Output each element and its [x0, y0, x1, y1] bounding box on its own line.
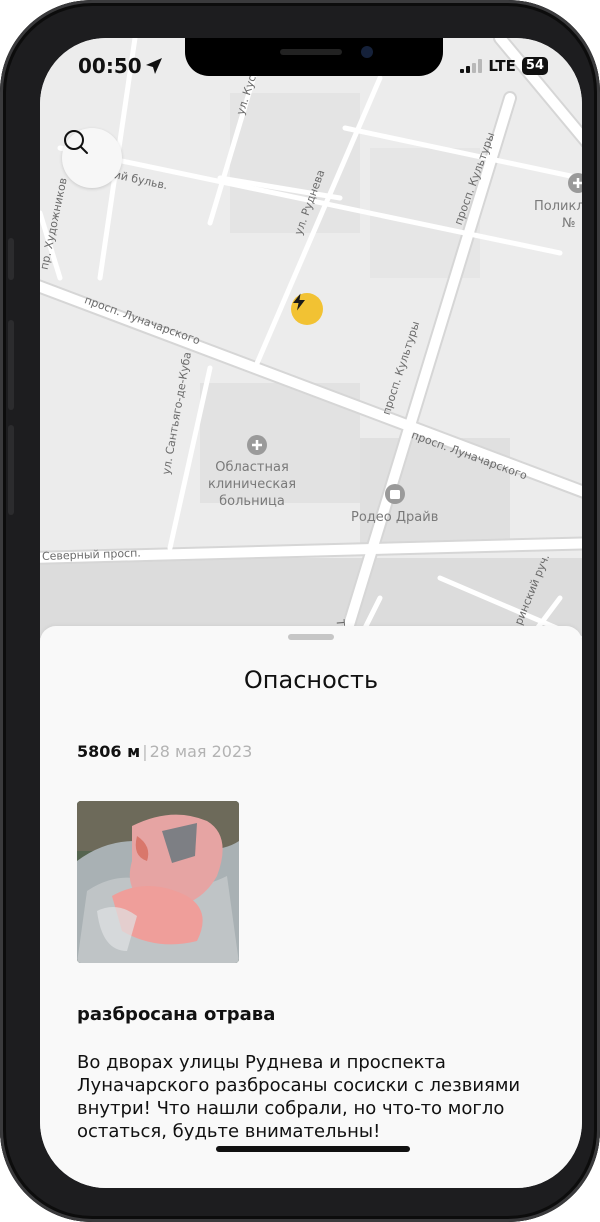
status-time: 00:50	[78, 54, 142, 78]
distance: 5806 м	[77, 742, 141, 761]
poi-label-clinic-line1: Поликл	[534, 199, 582, 214]
map-view[interactable]: ул. Руднева просп. Культуры просп. Культ…	[40, 38, 582, 654]
search-icon	[64, 130, 88, 154]
notch	[185, 38, 443, 76]
hazard-detail-sheet[interactable]: Опасность 5806 м | 28 мая 2023 разбросана …	[40, 626, 582, 1188]
mute-switch	[8, 238, 14, 280]
volume-up-button	[8, 320, 14, 410]
report-date: 28 мая 2023	[149, 742, 253, 761]
status-indicators: LTE 54	[460, 57, 548, 75]
hazard-description: Во дворах улицы Руднева и проспекта Луна…	[77, 1052, 521, 1142]
volume-down-button	[8, 425, 14, 515]
battery-icon: 54	[521, 57, 548, 75]
lightning-icon	[293, 293, 305, 311]
home-indicator[interactable]	[216, 1146, 410, 1152]
speaker-grille	[280, 49, 342, 55]
meta-separator: |	[142, 742, 148, 761]
cellular-signal-icon	[460, 59, 483, 73]
hazard-photo-image	[77, 801, 239, 963]
hazard-title: разбросана отрава	[77, 1004, 276, 1025]
poi-label-mall: Родео Драйв	[351, 510, 439, 525]
front-camera	[361, 46, 373, 58]
hazard-meta: 5806 м | 28 мая 2023	[77, 742, 252, 761]
poi-label-clinic-line2: №	[562, 216, 576, 231]
screen: ул. Руднева просп. Культуры просп. Культ…	[40, 38, 582, 1188]
poi-label-hospital: Областная клиническая больница	[208, 460, 297, 509]
network-type: LTE	[488, 57, 516, 75]
location-arrow-icon	[146, 58, 162, 74]
sheet-title: Опасность	[243, 666, 379, 694]
search-button[interactable]	[62, 128, 122, 188]
hazard-photo[interactable]	[77, 801, 239, 963]
hazard-marker[interactable]	[291, 293, 323, 325]
sheet-grabber[interactable]	[288, 634, 334, 640]
poi-label-clinic: Поликл №	[534, 198, 582, 232]
